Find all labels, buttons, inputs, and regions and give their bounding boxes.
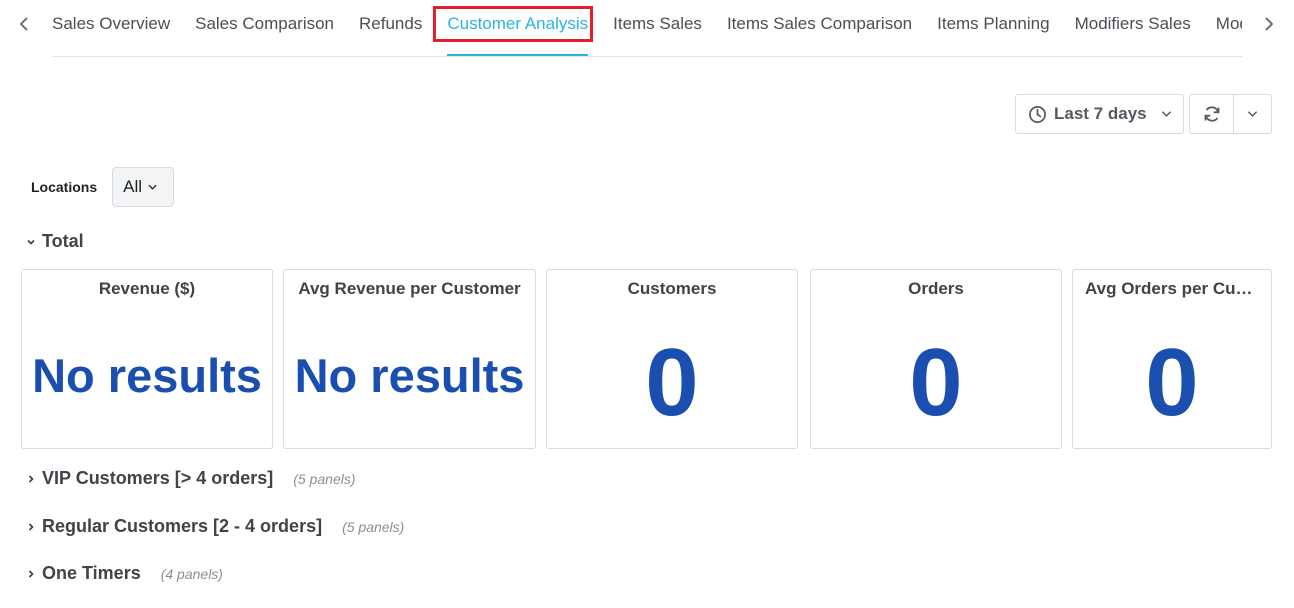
section-panel-count: (4 panels) <box>160 565 223 582</box>
tab-items-sales[interactable]: Items Sales <box>613 0 702 56</box>
date-range-label: Last 7 days <box>1054 104 1147 123</box>
section-vip-customers-header[interactable]: VIP Customers [> 4 orders] (5 panels) <box>26 468 356 489</box>
section-total-header[interactable]: Total <box>26 231 84 252</box>
refresh-button-group <box>1189 94 1272 134</box>
chevron-right-icon <box>28 474 34 483</box>
chevron-right-icon <box>1265 17 1274 31</box>
tab-sales-comparison[interactable]: Sales Comparison <box>195 0 334 56</box>
locations-label: Locations <box>31 179 98 195</box>
section-one-timers-header[interactable]: One Timers (4 panels) <box>26 563 223 584</box>
tab-sales-overview[interactable]: Sales Overview <box>52 0 170 56</box>
chevron-left-icon <box>19 17 28 31</box>
section-panel-count: (5 panels) <box>293 470 356 487</box>
section-panel-count: (5 panels) <box>342 518 405 535</box>
report-tabs-bar: Sales Overview Sales Comparison Refunds … <box>0 0 1294 58</box>
panel-title: Avg Orders per Customer <box>1085 279 1271 298</box>
chevron-down-icon <box>1161 111 1171 117</box>
refresh-icon <box>1204 106 1219 122</box>
locations-value: All <box>123 177 143 196</box>
section-title: One Timers <box>42 563 141 583</box>
panel-title: Revenue ($) <box>98 279 196 298</box>
panel-avg-orders-per-customer[interactable]: Avg Orders per Customer 0 <box>1072 269 1272 449</box>
panel-value: No results <box>294 349 525 402</box>
tab-refunds[interactable]: Refunds <box>359 0 422 56</box>
locations-select[interactable]: All <box>112 167 175 207</box>
panel-avg-revenue-per-customer[interactable]: Avg Revenue per Customer No results <box>283 269 536 449</box>
tab-modifiers-sales[interactable]: Modifiers Sales <box>1075 0 1191 56</box>
panel-value: 0 <box>909 329 963 436</box>
tabs-viewport: Sales Overview Sales Comparison Refunds … <box>52 0 1242 57</box>
section-title: VIP Customers [> 4 orders] <box>42 468 274 488</box>
chevron-down-icon <box>148 184 157 190</box>
panel-title: Customers <box>627 279 717 298</box>
chevron-right-icon <box>28 522 34 531</box>
panel-customers[interactable]: Customers 0 <box>546 269 798 449</box>
panel-value: No results <box>32 349 262 402</box>
panel-value: 0 <box>1145 329 1199 436</box>
section-title: Regular Customers [2 - 4 orders] <box>42 516 323 536</box>
refresh-button[interactable] <box>1189 94 1234 134</box>
refresh-options-button[interactable] <box>1234 94 1272 134</box>
tabs-scroll-right-button[interactable] <box>1259 12 1279 36</box>
panel-revenue[interactable]: Revenue ($) No results <box>21 269 273 449</box>
chevron-down-icon <box>27 239 35 245</box>
panel-title: Avg Revenue per Customer <box>298 279 521 298</box>
chevron-down-icon <box>1247 111 1258 117</box>
dashboard-toolbar: Last 7 days <box>1015 94 1272 134</box>
section-title: Total <box>42 231 84 251</box>
chevron-right-icon <box>28 569 34 578</box>
clock-icon <box>1029 105 1046 123</box>
panel-value: 0 <box>645 329 699 436</box>
section-regular-customers-header[interactable]: Regular Customers [2 - 4 orders] (5 pane… <box>26 516 404 537</box>
tab-items-planning[interactable]: Items Planning <box>937 0 1049 56</box>
panel-title: Orders <box>908 279 964 298</box>
locations-filter: Locations All <box>31 167 175 207</box>
panel-orders[interactable]: Orders 0 <box>810 269 1062 449</box>
tabs-scroll-left-button[interactable] <box>14 12 34 36</box>
total-panels: Revenue ($) No results Avg Revenue per C… <box>21 269 1272 449</box>
tab-items-sales-comparison[interactable]: Items Sales Comparison <box>727 0 912 56</box>
date-range-button[interactable]: Last 7 days <box>1015 94 1184 134</box>
tab-modifiers-sales-comparison[interactable]: Modifiers Sales Comparison <box>1216 0 1242 56</box>
tab-customer-analysis[interactable]: Customer Analysis <box>447 0 588 56</box>
